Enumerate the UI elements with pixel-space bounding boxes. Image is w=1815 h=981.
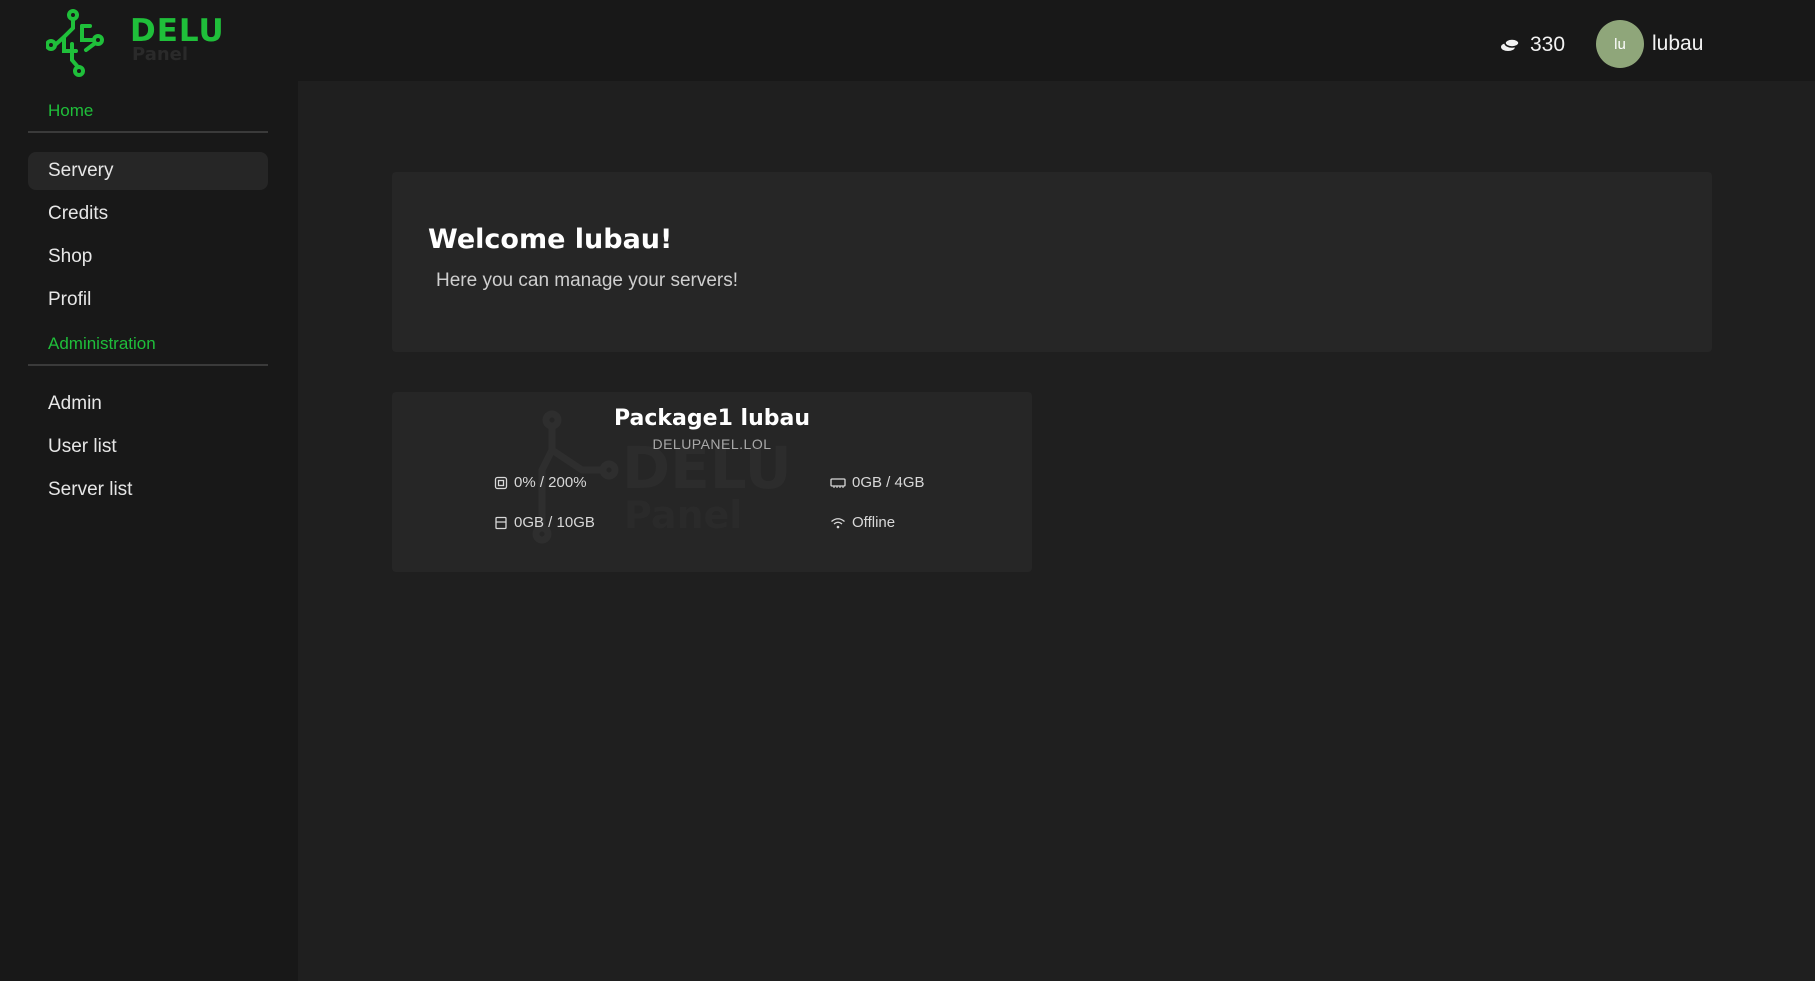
- status-value: Offline: [852, 514, 896, 531]
- brand-logo[interactable]: DELU Panel: [46, 4, 226, 78]
- memory-icon: [830, 477, 846, 488]
- sidebar-section-home: Home: [28, 101, 268, 133]
- welcome-card: Welcome lubau! Here you can manage your …: [392, 172, 1712, 352]
- sidebar-item-profil[interactable]: Profil: [28, 281, 268, 319]
- avatar[interactable]: lu: [1596, 20, 1644, 68]
- coins-icon: [1501, 38, 1520, 51]
- brand-sub: Panel: [132, 44, 189, 65]
- logo-circuit-icon: [46, 9, 104, 77]
- status-stat: Offline: [830, 514, 895, 531]
- sidebar-item-server-list[interactable]: Server list: [28, 471, 268, 509]
- sidebar-item-admin[interactable]: Admin: [28, 385, 268, 423]
- cpu-value: 0% / 200%: [514, 474, 587, 491]
- wifi-icon: [831, 517, 845, 528]
- disk-icon: [495, 516, 507, 529]
- user-menu[interactable]: lu lubau: [1596, 20, 1703, 68]
- ram-stat: 0GB / 4GB: [830, 474, 925, 491]
- server-card[interactable]: DELU Panel Package1 lubau DELUPANEL.LOL …: [392, 392, 1032, 572]
- username[interactable]: lubau: [1652, 32, 1703, 56]
- sidebar-item-shop[interactable]: Shop: [28, 238, 268, 276]
- sidebar-item-servery[interactable]: Servery: [28, 152, 268, 190]
- server-host: DELUPANEL.LOL: [652, 436, 772, 452]
- credits-balance[interactable]: 330: [1500, 32, 1565, 58]
- welcome-title: Welcome lubau!: [428, 224, 673, 255]
- server-name[interactable]: Package1 lubau: [392, 406, 1032, 431]
- watermark-sub: Panel: [624, 493, 742, 537]
- sidebar-item-user-list[interactable]: User list: [28, 428, 268, 466]
- cpu-icon: [494, 476, 508, 489]
- cpu-stat: 0% / 200%: [494, 474, 587, 491]
- sidebar-item-credits[interactable]: Credits: [28, 195, 268, 233]
- ram-value: 0GB / 4GB: [852, 474, 925, 491]
- top-bar: DELU Panel 330 lu lubau: [0, 0, 1815, 81]
- brand-name: DELU: [130, 13, 225, 49]
- credits-amount: 330: [1530, 33, 1566, 56]
- welcome-subtitle: Here you can manage your servers!: [436, 270, 739, 291]
- disk-stat: 0GB / 10GB: [494, 514, 595, 531]
- disk-value: 0GB / 10GB: [514, 514, 595, 531]
- sidebar-section-administration: Administration: [28, 334, 268, 366]
